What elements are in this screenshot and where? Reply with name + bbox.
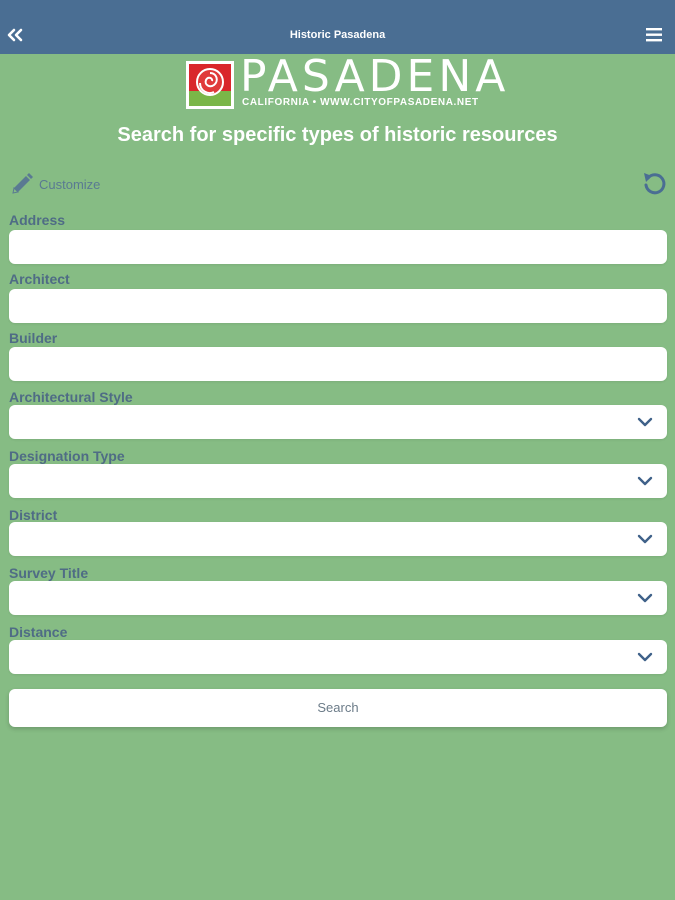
address-input[interactable]: [9, 230, 667, 264]
district-label: District: [9, 507, 58, 523]
architectural-style-label: Architectural Style: [9, 389, 133, 405]
district-select[interactable]: [9, 522, 667, 556]
reset-button[interactable]: [641, 170, 667, 196]
rose-emblem-icon: [186, 61, 234, 109]
chevron-down-icon: [637, 476, 653, 486]
reset-icon: [644, 173, 666, 195]
survey-title-label: Survey Title: [9, 565, 89, 581]
menu-button[interactable]: [645, 26, 665, 44]
search-button[interactable]: Search: [9, 689, 667, 727]
city-logo: PASADENA CALIFORNIA • WWW.CITYOFPASADENA…: [186, 55, 505, 111]
pencil-icon: [12, 173, 33, 194]
architect-input[interactable]: [9, 289, 667, 323]
distance-label: Distance: [9, 624, 68, 640]
designation-type-label: Designation Type: [9, 448, 125, 464]
customize-label: Customize: [39, 176, 101, 192]
builder-label: Builder: [9, 330, 58, 346]
architectural-style-select[interactable]: [9, 405, 667, 439]
chevron-down-icon: [637, 417, 653, 427]
logo-wordmark: PASADENA: [240, 51, 510, 102]
chevron-down-icon: [637, 652, 653, 662]
top-bar: Historic Pasadena: [0, 0, 675, 54]
page-headline: Search for specific types of historic re…: [117, 124, 558, 146]
distance-select[interactable]: [9, 640, 667, 674]
app-title: Historic Pasadena: [289, 29, 386, 41]
hamburger-menu-icon: [646, 28, 662, 42]
customize-button[interactable]: Customize: [9, 171, 100, 197]
address-label: Address: [9, 212, 66, 228]
logo-tagline: CALIFORNIA • WWW.CITYOFPASADENA.NET: [242, 97, 479, 108]
survey-title-select[interactable]: [9, 581, 667, 615]
architect-label: Architect: [9, 271, 70, 287]
chevron-down-icon: [637, 593, 653, 603]
chevron-down-icon: [637, 534, 653, 544]
builder-input[interactable]: [9, 347, 667, 381]
designation-type-select[interactable]: [9, 464, 667, 498]
